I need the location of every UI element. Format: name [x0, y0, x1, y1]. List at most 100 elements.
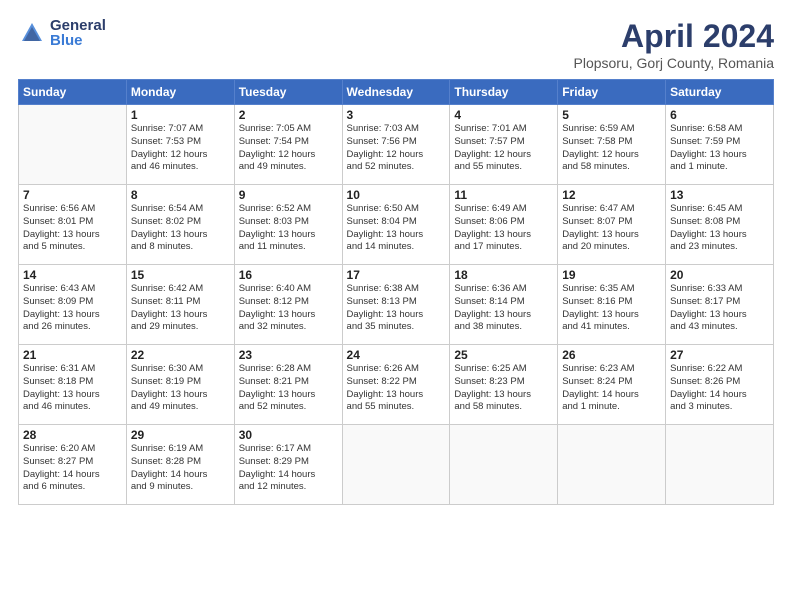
- day-info: Sunrise: 7:03 AM Sunset: 7:56 PM Dayligh…: [347, 123, 446, 174]
- weekday-header-row: SundayMondayTuesdayWednesdayThursdayFrid…: [19, 80, 774, 105]
- day-info: Sunrise: 6:28 AM Sunset: 8:21 PM Dayligh…: [239, 363, 338, 414]
- page-container: General Blue April 2024 Plopsoru, Gorj C…: [0, 0, 792, 612]
- calendar-cell: 10Sunrise: 6:50 AM Sunset: 8:04 PM Dayli…: [342, 185, 450, 265]
- day-number: 17: [347, 268, 446, 282]
- calendar-cell: 18Sunrise: 6:36 AM Sunset: 8:14 PM Dayli…: [450, 265, 558, 345]
- calendar-cell: 20Sunrise: 6:33 AM Sunset: 8:17 PM Dayli…: [666, 265, 774, 345]
- calendar-cell: 30Sunrise: 6:17 AM Sunset: 8:29 PM Dayli…: [234, 425, 342, 505]
- calendar-cell: [666, 425, 774, 505]
- title-block: April 2024 Plopsoru, Gorj County, Romani…: [574, 18, 775, 71]
- day-number: 3: [347, 108, 446, 122]
- day-number: 7: [23, 188, 122, 202]
- calendar-cell: [558, 425, 666, 505]
- calendar-cell: [19, 105, 127, 185]
- day-number: 20: [670, 268, 769, 282]
- day-info: Sunrise: 7:05 AM Sunset: 7:54 PM Dayligh…: [239, 123, 338, 174]
- day-number: 8: [131, 188, 230, 202]
- calendar-week-row: 1Sunrise: 7:07 AM Sunset: 7:53 PM Daylig…: [19, 105, 774, 185]
- day-info: Sunrise: 6:52 AM Sunset: 8:03 PM Dayligh…: [239, 203, 338, 254]
- day-number: 10: [347, 188, 446, 202]
- day-number: 24: [347, 348, 446, 362]
- day-info: Sunrise: 6:30 AM Sunset: 8:19 PM Dayligh…: [131, 363, 230, 414]
- calendar-cell: 12Sunrise: 6:47 AM Sunset: 8:07 PM Dayli…: [558, 185, 666, 265]
- day-number: 21: [23, 348, 122, 362]
- day-info: Sunrise: 6:49 AM Sunset: 8:06 PM Dayligh…: [454, 203, 553, 254]
- calendar-cell: 5Sunrise: 6:59 AM Sunset: 7:58 PM Daylig…: [558, 105, 666, 185]
- calendar-cell: [450, 425, 558, 505]
- day-info: Sunrise: 6:59 AM Sunset: 7:58 PM Dayligh…: [562, 123, 661, 174]
- calendar-cell: 4Sunrise: 7:01 AM Sunset: 7:57 PM Daylig…: [450, 105, 558, 185]
- day-info: Sunrise: 6:56 AM Sunset: 8:01 PM Dayligh…: [23, 203, 122, 254]
- day-number: 4: [454, 108, 553, 122]
- day-info: Sunrise: 6:47 AM Sunset: 8:07 PM Dayligh…: [562, 203, 661, 254]
- calendar-body: 1Sunrise: 7:07 AM Sunset: 7:53 PM Daylig…: [19, 105, 774, 505]
- calendar-cell: [342, 425, 450, 505]
- day-info: Sunrise: 6:38 AM Sunset: 8:13 PM Dayligh…: [347, 283, 446, 334]
- calendar-cell: 28Sunrise: 6:20 AM Sunset: 8:27 PM Dayli…: [19, 425, 127, 505]
- day-number: 30: [239, 428, 338, 442]
- calendar-cell: 23Sunrise: 6:28 AM Sunset: 8:21 PM Dayli…: [234, 345, 342, 425]
- day-info: Sunrise: 6:42 AM Sunset: 8:11 PM Dayligh…: [131, 283, 230, 334]
- logo-text: General Blue: [50, 18, 106, 48]
- day-info: Sunrise: 6:23 AM Sunset: 8:24 PM Dayligh…: [562, 363, 661, 414]
- subtitle: Plopsoru, Gorj County, Romania: [574, 55, 775, 71]
- day-number: 23: [239, 348, 338, 362]
- calendar-cell: 25Sunrise: 6:25 AM Sunset: 8:23 PM Dayli…: [450, 345, 558, 425]
- day-info: Sunrise: 6:17 AM Sunset: 8:29 PM Dayligh…: [239, 443, 338, 494]
- day-number: 27: [670, 348, 769, 362]
- calendar-week-row: 14Sunrise: 6:43 AM Sunset: 8:09 PM Dayli…: [19, 265, 774, 345]
- day-info: Sunrise: 6:33 AM Sunset: 8:17 PM Dayligh…: [670, 283, 769, 334]
- logo-icon: [18, 19, 46, 47]
- calendar-cell: 29Sunrise: 6:19 AM Sunset: 8:28 PM Dayli…: [126, 425, 234, 505]
- calendar-cell: 14Sunrise: 6:43 AM Sunset: 8:09 PM Dayli…: [19, 265, 127, 345]
- calendar-cell: 24Sunrise: 6:26 AM Sunset: 8:22 PM Dayli…: [342, 345, 450, 425]
- day-number: 5: [562, 108, 661, 122]
- calendar-cell: 7Sunrise: 6:56 AM Sunset: 8:01 PM Daylig…: [19, 185, 127, 265]
- day-number: 19: [562, 268, 661, 282]
- calendar-cell: 1Sunrise: 7:07 AM Sunset: 7:53 PM Daylig…: [126, 105, 234, 185]
- day-info: Sunrise: 6:35 AM Sunset: 8:16 PM Dayligh…: [562, 283, 661, 334]
- calendar-cell: 16Sunrise: 6:40 AM Sunset: 8:12 PM Dayli…: [234, 265, 342, 345]
- calendar-table: SundayMondayTuesdayWednesdayThursdayFrid…: [18, 79, 774, 505]
- day-number: 28: [23, 428, 122, 442]
- calendar-cell: 2Sunrise: 7:05 AM Sunset: 7:54 PM Daylig…: [234, 105, 342, 185]
- day-info: Sunrise: 7:07 AM Sunset: 7:53 PM Dayligh…: [131, 123, 230, 174]
- calendar-cell: 13Sunrise: 6:45 AM Sunset: 8:08 PM Dayli…: [666, 185, 774, 265]
- logo-general: General: [50, 18, 106, 33]
- day-info: Sunrise: 6:19 AM Sunset: 8:28 PM Dayligh…: [131, 443, 230, 494]
- weekday-header: Friday: [558, 80, 666, 105]
- day-number: 26: [562, 348, 661, 362]
- day-number: 9: [239, 188, 338, 202]
- day-number: 11: [454, 188, 553, 202]
- calendar-cell: 3Sunrise: 7:03 AM Sunset: 7:56 PM Daylig…: [342, 105, 450, 185]
- day-info: Sunrise: 6:50 AM Sunset: 8:04 PM Dayligh…: [347, 203, 446, 254]
- day-number: 25: [454, 348, 553, 362]
- calendar-cell: 26Sunrise: 6:23 AM Sunset: 8:24 PM Dayli…: [558, 345, 666, 425]
- calendar-cell: 21Sunrise: 6:31 AM Sunset: 8:18 PM Dayli…: [19, 345, 127, 425]
- calendar-cell: 8Sunrise: 6:54 AM Sunset: 8:02 PM Daylig…: [126, 185, 234, 265]
- day-info: Sunrise: 6:45 AM Sunset: 8:08 PM Dayligh…: [670, 203, 769, 254]
- day-info: Sunrise: 6:43 AM Sunset: 8:09 PM Dayligh…: [23, 283, 122, 334]
- day-number: 29: [131, 428, 230, 442]
- calendar-cell: 17Sunrise: 6:38 AM Sunset: 8:13 PM Dayli…: [342, 265, 450, 345]
- day-number: 22: [131, 348, 230, 362]
- day-info: Sunrise: 6:31 AM Sunset: 8:18 PM Dayligh…: [23, 363, 122, 414]
- day-info: Sunrise: 6:58 AM Sunset: 7:59 PM Dayligh…: [670, 123, 769, 174]
- page-header: General Blue April 2024 Plopsoru, Gorj C…: [18, 18, 774, 71]
- day-info: Sunrise: 6:40 AM Sunset: 8:12 PM Dayligh…: [239, 283, 338, 334]
- day-number: 1: [131, 108, 230, 122]
- calendar-cell: 15Sunrise: 6:42 AM Sunset: 8:11 PM Dayli…: [126, 265, 234, 345]
- calendar-cell: 6Sunrise: 6:58 AM Sunset: 7:59 PM Daylig…: [666, 105, 774, 185]
- day-number: 15: [131, 268, 230, 282]
- calendar-cell: 11Sunrise: 6:49 AM Sunset: 8:06 PM Dayli…: [450, 185, 558, 265]
- calendar-week-row: 7Sunrise: 6:56 AM Sunset: 8:01 PM Daylig…: [19, 185, 774, 265]
- logo: General Blue: [18, 18, 106, 48]
- calendar-week-row: 21Sunrise: 6:31 AM Sunset: 8:18 PM Dayli…: [19, 345, 774, 425]
- calendar-cell: 22Sunrise: 6:30 AM Sunset: 8:19 PM Dayli…: [126, 345, 234, 425]
- main-title: April 2024: [574, 18, 775, 55]
- weekday-header: Tuesday: [234, 80, 342, 105]
- calendar-cell: 9Sunrise: 6:52 AM Sunset: 8:03 PM Daylig…: [234, 185, 342, 265]
- day-info: Sunrise: 6:26 AM Sunset: 8:22 PM Dayligh…: [347, 363, 446, 414]
- calendar-cell: 27Sunrise: 6:22 AM Sunset: 8:26 PM Dayli…: [666, 345, 774, 425]
- day-info: Sunrise: 6:36 AM Sunset: 8:14 PM Dayligh…: [454, 283, 553, 334]
